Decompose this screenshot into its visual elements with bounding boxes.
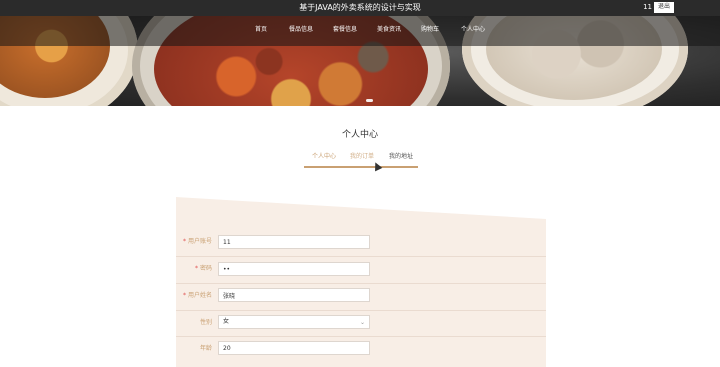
required-mark: * (182, 238, 186, 245)
tab-addresses[interactable]: 我的地址 (389, 153, 413, 161)
hero-banner: 首页 餐品信息 套餐信息 美食资讯 购物车 个人中心 (0, 16, 720, 106)
form-label-password: * 密码 (194, 265, 212, 272)
password-input[interactable] (218, 262, 370, 276)
nav-item-cart[interactable]: 购物车 (421, 26, 439, 34)
name-input[interactable] (218, 288, 370, 302)
tab-orders[interactable]: 我的订单 (350, 153, 374, 161)
form-label-name: * 用户姓名 (182, 292, 212, 299)
row-divider (176, 336, 546, 337)
account-input[interactable] (218, 235, 370, 249)
nav-item-profile[interactable]: 个人中心 (461, 26, 485, 34)
nav-item-combos[interactable]: 套餐信息 (333, 26, 357, 34)
nav-item-news[interactable]: 美食资讯 (377, 26, 401, 34)
required-mark: * (194, 265, 198, 272)
row-divider (176, 256, 546, 257)
required-mark: * (182, 292, 186, 299)
nav-item-dishes[interactable]: 餐品信息 (289, 26, 313, 34)
nav-item-home[interactable]: 首页 (255, 26, 267, 34)
logout-button[interactable]: 退出 (654, 2, 674, 13)
profile-tabs: 个人中心 我的订单 我的地址 (304, 152, 418, 168)
gender-select[interactable]: 女 ⌄ (218, 315, 370, 329)
age-input[interactable] (218, 341, 370, 355)
form-label-age: 年龄 (199, 345, 212, 352)
page-title: 个人中心 (341, 130, 378, 140)
chevron-down-icon: ⌄ (359, 319, 365, 326)
username-label: 11 (643, 3, 652, 11)
form-label-gender: 性别 (199, 319, 212, 326)
main-nav: 首页 餐品信息 套餐信息 美食资讯 购物车 个人中心 (0, 16, 720, 46)
carousel-indicator[interactable] (366, 99, 373, 102)
top-bar: 基于JAVA的外卖系统的设计与实现 11 退出 (0, 0, 720, 16)
tab-profile[interactable]: 个人中心 (312, 153, 336, 161)
form-label-account: * 用户账号 (182, 238, 212, 245)
row-divider (176, 283, 546, 284)
row-divider (176, 310, 546, 311)
site-title: 基于JAVA的外卖系统的设计与实现 (299, 3, 421, 12)
